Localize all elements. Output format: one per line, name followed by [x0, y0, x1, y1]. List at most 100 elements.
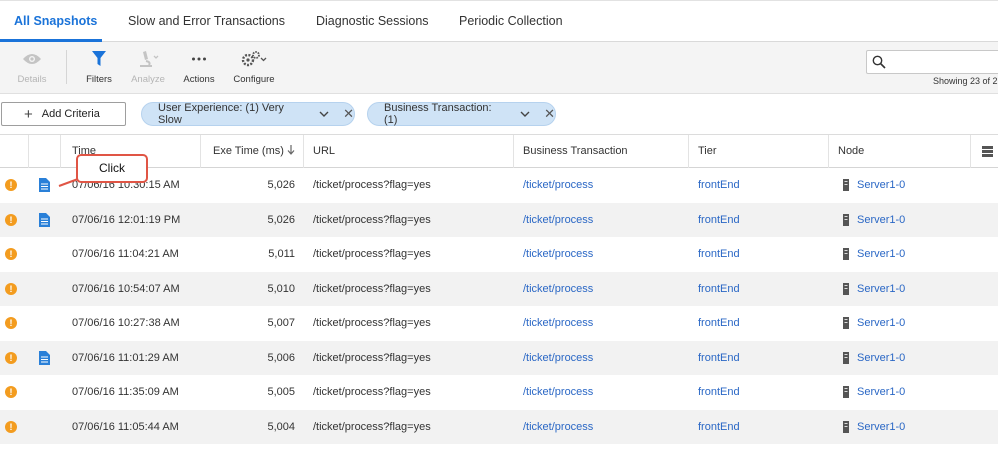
document-icon[interactable]	[39, 350, 50, 365]
tier-link[interactable]: frontEnd	[698, 386, 740, 398]
column-divider	[303, 135, 304, 168]
tier-link[interactable]: frontEnd	[698, 179, 740, 191]
node-link[interactable]: Server1-0	[857, 386, 905, 398]
url-cell: /ticket/process?flag=yes	[313, 386, 431, 398]
business-transaction-link[interactable]: /ticket/process	[523, 317, 593, 329]
warning-icon: !	[5, 282, 17, 295]
tier-link[interactable]: frontEnd	[698, 283, 740, 295]
business-transaction-link[interactable]: /ticket/process	[523, 248, 593, 260]
url-cell: /ticket/process?flag=yes	[313, 420, 431, 433]
add-criteria-button[interactable]: + Add Criteria	[1, 102, 126, 126]
criteria-bar: + Add Criteria User Experience: (1) Very…	[0, 94, 998, 135]
table-row[interactable]: ! 07/06/16 11:05:44 AM 5,004/ticket/proces…	[0, 409, 998, 444]
tab-periodic-collection[interactable]: Periodic Collection	[459, 14, 563, 28]
table-row[interactable]: ! 07/06/16 10:30:15 AM 5,026/ticket/proces…	[0, 168, 998, 203]
details-label: Details	[17, 74, 47, 85]
warning-icon: !	[5, 317, 17, 329]
business-transaction-link[interactable]: /ticket/process	[523, 214, 593, 226]
search-input[interactable]	[866, 50, 998, 74]
column-header-url[interactable]: URL	[313, 145, 335, 157]
tab-diagnostic-sessions[interactable]: Diagnostic Sessions	[316, 14, 429, 28]
close-icon[interactable]: ✕	[343, 106, 354, 122]
table-row[interactable]: ! 07/06/16 11:01:29 AM 5,006/ticket/proces…	[0, 340, 998, 375]
column-header-business-transaction[interactable]: Business Transaction	[523, 145, 628, 157]
configure-button[interactable]: Configure	[224, 50, 284, 85]
tier-link[interactable]: frontEnd	[698, 421, 740, 433]
table-row[interactable]: ! 07/06/16 12:01:19 PM 5,026/ticket/proces…	[0, 202, 998, 237]
table-row[interactable]: ! 07/06/16 10:54:07 AM 5,010/ticket/proces…	[0, 271, 998, 306]
business-transaction-link[interactable]: /ticket/process	[523, 421, 593, 433]
column-divider	[828, 135, 829, 168]
actions-button[interactable]: Actions	[169, 50, 229, 85]
table-row[interactable]: ! 07/06/16 10:27:38 AM 5,007/ticket/proces…	[0, 306, 998, 341]
tab-all-snapshots[interactable]: All Snapshots	[14, 14, 97, 28]
url-cell: /ticket/process?flag=yes	[313, 248, 431, 260]
exe-time-cell: 5,004	[267, 420, 295, 433]
exe-time-cell: 5,026	[267, 213, 295, 226]
exe-time-cell: 5,026	[267, 179, 295, 191]
exe-time-label: Exe Time (ms)	[213, 145, 284, 157]
column-header-tier[interactable]: Tier	[698, 145, 717, 157]
exe-time-cell: 5,005	[267, 386, 295, 398]
time-cell: 07/06/16 10:54:07 AM	[72, 282, 180, 295]
document-icon[interactable]	[39, 178, 50, 192]
exe-time-cell: 5,011	[268, 248, 295, 260]
warning-icon: !	[5, 248, 17, 260]
exe-time-cell: 5,010	[267, 282, 295, 295]
table-header: Time Exe Time (ms) URL Business Transact…	[0, 135, 998, 168]
node-link[interactable]: Server1-0	[857, 248, 905, 260]
tier-link[interactable]: frontEnd	[698, 248, 740, 260]
column-chooser-icon[interactable]	[982, 146, 993, 160]
server-icon	[843, 317, 849, 329]
tier-link[interactable]: frontEnd	[698, 352, 740, 364]
close-icon[interactable]: ✕	[544, 106, 555, 122]
time-cell: 07/06/16 11:04:21 AM	[72, 248, 179, 260]
business-transaction-link[interactable]: /ticket/process	[523, 283, 593, 295]
document-icon[interactable]	[39, 212, 50, 227]
node-link[interactable]: Server1-0	[857, 317, 905, 329]
warning-icon: !	[5, 420, 17, 433]
time-cell: 07/06/16 10:27:38 AM	[72, 317, 180, 329]
node-link[interactable]: Server1-0	[857, 283, 905, 295]
node-link[interactable]: Server1-0	[857, 214, 905, 226]
tier-link[interactable]: frontEnd	[698, 317, 740, 329]
business-transaction-link[interactable]: /ticket/process	[523, 386, 593, 398]
top-border	[0, 0, 998, 1]
column-divider	[513, 135, 514, 168]
server-icon	[843, 179, 849, 191]
column-divider	[60, 135, 61, 168]
node-link[interactable]: Server1-0	[857, 179, 905, 191]
column-header-exe-time[interactable]: Exe Time (ms)	[213, 145, 295, 157]
table-row[interactable]: ! 07/06/16 11:35:09 AM 5,005/ticket/proces…	[0, 375, 998, 410]
gears-icon	[224, 50, 284, 68]
chevron-down-icon[interactable]	[319, 111, 329, 117]
table-row[interactable]: ! 07/06/16 11:04:21 AM 5,011/ticket/proces…	[0, 237, 998, 272]
chevron-down-icon[interactable]	[520, 111, 530, 117]
business-transaction-link[interactable]: /ticket/process	[523, 179, 593, 191]
time-cell: 07/06/16 11:01:29 AM	[72, 351, 179, 364]
click-callout: Click	[76, 154, 148, 183]
time-cell: 07/06/16 11:35:09 AM	[72, 386, 179, 398]
server-icon	[843, 351, 849, 364]
server-icon	[843, 248, 849, 260]
url-cell: /ticket/process?flag=yes	[313, 213, 431, 226]
url-cell: /ticket/process?flag=yes	[313, 351, 431, 364]
server-icon	[843, 282, 849, 295]
filter-pill-business-transaction[interactable]: Business Transaction: (1) ✕	[367, 102, 556, 126]
filter-pill-user-experience[interactable]: User Experience: (1) Very Slow ✕	[141, 102, 355, 126]
exe-time-cell: 5,007	[267, 317, 295, 329]
node-link[interactable]: Server1-0	[857, 421, 905, 433]
node-link[interactable]: Server1-0	[857, 352, 905, 364]
business-transaction-link[interactable]: /ticket/process	[523, 352, 593, 364]
column-header-node[interactable]: Node	[838, 145, 864, 157]
warning-icon: !	[5, 351, 17, 364]
plus-icon: +	[24, 105, 33, 123]
warning-icon: !	[5, 179, 17, 191]
toolbar: Details Filters Analyze Actions Configur…	[0, 42, 998, 94]
time-cell: 07/06/16 11:05:44 AM	[72, 420, 179, 433]
server-icon	[843, 213, 849, 226]
tier-link[interactable]: frontEnd	[698, 214, 740, 226]
details-button[interactable]: Details	[2, 50, 62, 85]
column-divider	[688, 135, 689, 168]
tab-slow-and-error-transactions[interactable]: Slow and Error Transactions	[128, 14, 285, 28]
